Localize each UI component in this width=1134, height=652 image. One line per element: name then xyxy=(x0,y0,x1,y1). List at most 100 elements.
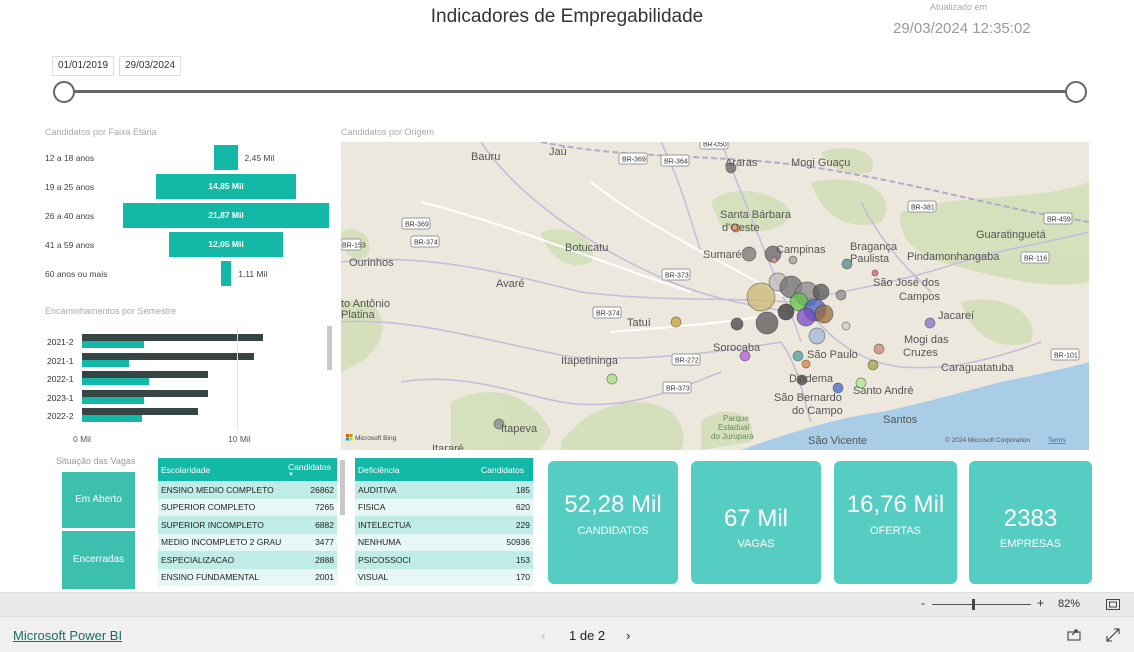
semester-chart-scrollbar[interactable] xyxy=(327,326,332,370)
semester-bar-dark[interactable] xyxy=(82,408,199,415)
roads xyxy=(341,142,1089,423)
date-slider-end-handle[interactable] xyxy=(1065,81,1087,103)
deficiencia-col-header[interactable]: Deficiência xyxy=(355,458,478,481)
age-bar-value: 21,87 Mil xyxy=(208,210,244,220)
deficiencia-table-row[interactable]: NENHUMA 50936 xyxy=(355,533,533,551)
filter-em-aberto-button[interactable]: Em Aberto xyxy=(62,472,135,528)
kpi-vagas-value: 67 Mil xyxy=(723,505,789,532)
power-bi-link[interactable]: Microsoft Power BI xyxy=(13,628,122,643)
fit-to-page-icon[interactable] xyxy=(1106,599,1120,610)
map-city-label: Jaú xyxy=(549,146,567,158)
map-city-label: Santa Bárbara xyxy=(720,209,792,221)
age-bar[interactable] xyxy=(220,261,232,286)
next-page-chevron-icon[interactable]: › xyxy=(626,628,630,643)
map-city-label: do Campo xyxy=(792,405,843,417)
map-city-label: Caraguatatuba xyxy=(941,362,1015,374)
page-indicator: 1 de 2 xyxy=(569,628,606,643)
deficiencia-cell-count: 620 xyxy=(478,498,533,516)
age-chart-title: Candidatos por Faixa Etária xyxy=(45,127,157,137)
date-slider-track[interactable] xyxy=(64,90,1076,93)
age-bar-value: 1,11 Mil xyxy=(238,269,268,279)
escolaridade-table-row[interactable]: MEDIO INCOMPLETO 2 GRAU 3477 xyxy=(158,533,337,551)
semester-bar-teal[interactable] xyxy=(82,359,129,367)
escolaridade-table-row[interactable]: ENSINO FUNDAMENTAL 2001 xyxy=(158,568,337,586)
map-road-shield-label: BR-381 xyxy=(911,205,935,212)
map-city-label: Cruzes xyxy=(903,347,938,359)
map-city-label: Bragança xyxy=(850,241,898,253)
kpi-candidatos-label: CANDIDATOS xyxy=(577,525,649,537)
map-city-label: São Bernardo xyxy=(774,392,842,404)
semester-bar-teal[interactable] xyxy=(82,341,144,348)
map-title: Candidatos por Origem xyxy=(341,127,435,137)
semester-bar-teal[interactable] xyxy=(82,378,149,385)
escolaridade-table-row[interactable]: SUPERIOR INCOMPLETO 6882 xyxy=(158,516,337,534)
map-city-label: Parque xyxy=(723,414,749,423)
situation-title: Situação das Vagas xyxy=(56,456,136,466)
semester-bar-teal[interactable] xyxy=(82,415,143,422)
map-city-label: São Vicente xyxy=(808,435,867,447)
zoom-out-button[interactable]: - xyxy=(921,596,925,610)
map-city-label: Araras xyxy=(725,157,758,169)
escolaridade-table-scrollbar[interactable] xyxy=(340,460,345,515)
kpi-empresas-label: EMPRESAS xyxy=(999,538,1062,550)
map-city-label: Tatuí xyxy=(627,317,651,329)
map-bing-logo: Microsoft Bing xyxy=(346,434,397,442)
deficiencia-table-row[interactable]: VISUAL 170 xyxy=(355,568,533,586)
semester-bar-dark[interactable] xyxy=(82,389,208,397)
deficiencia-table[interactable]: Deficiência Candidatos AUDITIVA 185 FISICA… xyxy=(355,458,533,586)
prev-page-chevron-icon[interactable]: ‹ xyxy=(541,628,545,643)
svg-text:Microsoft Bing: Microsoft Bing xyxy=(355,435,397,442)
deficiencia-table-row[interactable]: FISICA 620 xyxy=(355,498,533,516)
fullscreen-icon[interactable] xyxy=(1106,628,1120,642)
zoom-in-button[interactable]: + xyxy=(1037,596,1044,610)
semester-bar-dark[interactable] xyxy=(82,352,255,360)
updated-label: Atualizado em xyxy=(930,2,988,12)
candidatos-col-header[interactable]: Candidatos ▼ xyxy=(285,458,337,481)
map-road-shield-label: BR-374 xyxy=(414,240,438,247)
map-road-shield-label: BR-373 xyxy=(665,273,689,280)
deficiencia-table-row[interactable]: AUDITIVA 185 xyxy=(355,481,533,499)
escolaridade-cell-count: 7265 xyxy=(285,498,337,516)
escolaridade-cell-name: ENSINO MEDIO COMPLETO xyxy=(158,481,285,499)
share-icon[interactable] xyxy=(1067,627,1082,641)
map-road-shield-label: BR-369 xyxy=(405,222,429,229)
candidatos-col-label: Candidatos xyxy=(288,461,332,472)
zoom-slider-track[interactable] xyxy=(932,604,1031,605)
deficiencia-table-row[interactable]: PSICOSSOCI 153 xyxy=(355,551,533,569)
map-city-label: Campos xyxy=(899,291,940,303)
date-end-input[interactable]: 29/03/2024 xyxy=(119,56,182,76)
map-city-label: Pindamonhangaba xyxy=(907,251,1000,263)
map-city-label: Botucatu xyxy=(565,242,608,254)
escolaridade-table-row[interactable]: SUPERIOR COMPLETO 7265 xyxy=(158,498,337,516)
zoom-slider-thumb[interactable] xyxy=(971,599,975,610)
map-city-label: Itapetininga xyxy=(561,355,619,367)
semester-bar-teal[interactable] xyxy=(82,396,144,404)
semester-row-label: 2021-2 xyxy=(47,337,74,347)
map-city-label: São Paulo xyxy=(807,349,858,361)
map-road-shield-label: BR-101 xyxy=(1054,353,1078,360)
age-bar[interactable] xyxy=(214,145,238,170)
filter-encerradas-button[interactable]: Encerradas xyxy=(62,531,135,589)
map-city-label: Mogi das xyxy=(904,334,949,346)
escolaridade-table[interactable]: Escolaridade Candidatos ▼ ENSINO MEDIO C… xyxy=(158,458,337,586)
date-start-input[interactable]: 01/01/2019 xyxy=(52,56,115,76)
semester-row-label: 2022-2 xyxy=(47,411,74,421)
map-road-shield-label: BR-116 xyxy=(1024,256,1047,263)
deficiencia-candidatos-col-header[interactable]: Candidatos xyxy=(478,458,533,481)
escolaridade-table-row[interactable]: ESPECIALIZACAO 2888 xyxy=(158,551,337,569)
escolaridade-table-row[interactable]: ENSINO MEDIO COMPLETO 26862 xyxy=(158,481,337,499)
map-city-label: São José dos xyxy=(873,277,940,289)
deficiencia-table-row[interactable]: INTELECTUA 229 xyxy=(355,516,533,534)
escolaridade-col-header[interactable]: Escolaridade xyxy=(158,458,285,481)
age-bar-value: 12,05 Mil xyxy=(208,239,244,249)
deficiencia-cell-count: 50936 xyxy=(478,533,533,551)
deficiencia-cell-name: AUDITIVA xyxy=(355,481,478,499)
map-city-label: Itararé xyxy=(432,443,464,450)
map-terms-link[interactable]: Terms xyxy=(1048,437,1066,444)
date-slider-start-handle[interactable] xyxy=(53,81,75,103)
map-city-label: Campinas xyxy=(776,244,826,256)
candidates-map[interactable]: Bauru Jaú Araras Mogi Guaçu Santa Bárbar… xyxy=(341,142,1089,450)
map-road-shield-label: BR-369 xyxy=(622,157,646,164)
semester-bar-dark[interactable] xyxy=(82,371,208,378)
map-city-label: Avaré xyxy=(496,278,525,290)
